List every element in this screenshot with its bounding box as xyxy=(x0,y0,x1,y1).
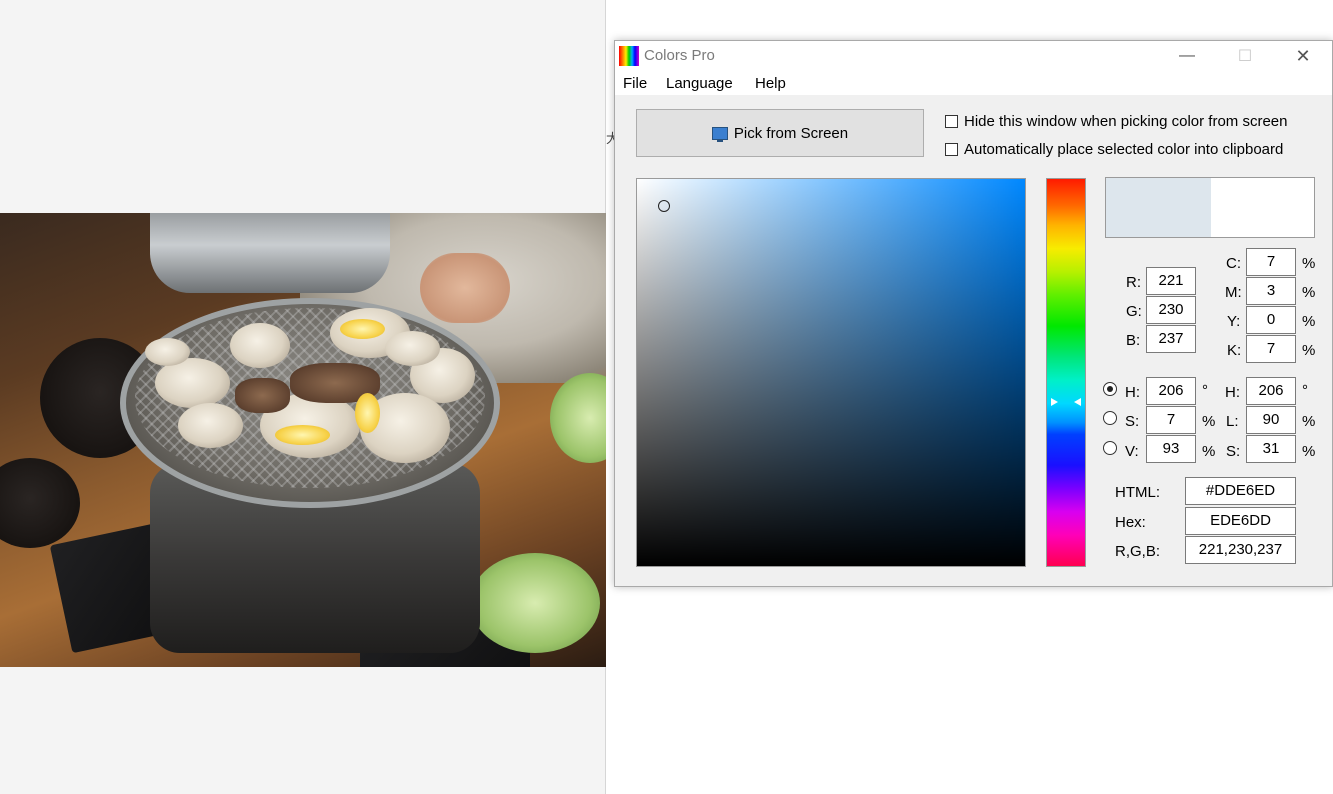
colors-pro-window: Colors Pro — ☐ ✕ File Language Help Pick… xyxy=(614,40,1333,587)
photo-lettuce xyxy=(550,373,606,463)
html-label: HTML: xyxy=(1115,484,1160,501)
rgb-code-field[interactable]: 221,230,237 xyxy=(1185,536,1296,564)
hsl-s-field[interactable]: 31 xyxy=(1246,435,1296,463)
monitor-icon xyxy=(711,126,728,142)
photo-meat xyxy=(235,378,290,413)
hue-slider[interactable] xyxy=(1046,178,1086,567)
menu-help[interactable]: Help xyxy=(755,75,786,92)
hsl-h-label: H: xyxy=(1225,384,1240,401)
menu-file[interactable]: File xyxy=(623,75,647,92)
b-label: B: xyxy=(1126,332,1141,349)
hsv-s-unit: % xyxy=(1202,413,1216,430)
m-unit: % xyxy=(1302,284,1316,301)
hide-window-label: Hide this window when picking color from… xyxy=(964,113,1288,130)
maximize-icon: ☐ xyxy=(1237,48,1253,65)
background-photo-grill xyxy=(0,213,606,667)
minimize-icon: — xyxy=(1179,47,1195,64)
hex-field[interactable]: EDE6DD xyxy=(1185,507,1296,535)
hsl-h-field[interactable]: 206 xyxy=(1246,377,1296,405)
k-label: K: xyxy=(1227,342,1242,359)
photo-lemon xyxy=(355,393,380,433)
c-label: C: xyxy=(1226,255,1241,272)
hide-window-checkbox[interactable] xyxy=(945,115,958,128)
hsl-l-unit: % xyxy=(1302,413,1316,430)
hsv-v-field[interactable]: 93 xyxy=(1146,435,1196,463)
menu-bar: File Language Help xyxy=(615,71,1332,95)
m-field[interactable]: 3 xyxy=(1246,277,1296,305)
auto-clipboard-label: Automatically place selected color into … xyxy=(964,141,1284,158)
photo-lemon xyxy=(340,319,385,339)
photo-mushroom xyxy=(385,331,440,366)
title-bar[interactable]: Colors Pro — ☐ ✕ xyxy=(615,41,1332,71)
hsv-v-label: V: xyxy=(1125,443,1139,460)
photo-bowl xyxy=(0,458,80,548)
close-button[interactable]: ✕ xyxy=(1274,41,1332,71)
hue-marker-right[interactable] xyxy=(1074,398,1081,406)
auto-clipboard-checkbox[interactable] xyxy=(945,143,958,156)
menu-language[interactable]: Language xyxy=(666,75,733,92)
k-unit: % xyxy=(1302,342,1316,359)
photo-grill-lid xyxy=(150,213,390,293)
hue-mode-radio[interactable] xyxy=(1103,382,1117,396)
k-field[interactable]: 7 xyxy=(1246,335,1296,363)
b-field[interactable]: 237 xyxy=(1146,325,1196,353)
y-label: Y: xyxy=(1227,313,1241,330)
r-label: R: xyxy=(1126,274,1141,291)
saturation-value-picker[interactable] xyxy=(636,178,1026,567)
saturation-mode-radio[interactable] xyxy=(1103,411,1117,425)
pick-from-screen-label: Pick from Screen xyxy=(733,124,849,142)
rgb-code-label: R,G,B: xyxy=(1115,543,1161,560)
hex-label: Hex: xyxy=(1115,514,1146,531)
close-icon: ✕ xyxy=(1295,45,1311,66)
y-field[interactable]: 0 xyxy=(1246,306,1296,334)
color-preview xyxy=(1105,177,1315,238)
y-unit: % xyxy=(1302,313,1316,330)
hsl-l-field[interactable]: 90 xyxy=(1246,406,1296,434)
hsv-s-field[interactable]: 7 xyxy=(1146,406,1196,434)
pick-from-screen-button[interactable]: Pick from Screen xyxy=(636,109,924,157)
g-field[interactable]: 230 xyxy=(1146,296,1196,324)
rainbow-app-icon xyxy=(619,46,639,66)
photo-mushroom xyxy=(145,338,190,366)
hsv-h-field[interactable]: 206 xyxy=(1146,377,1196,405)
photo-mushroom xyxy=(178,403,243,448)
picker-cursor[interactable] xyxy=(658,200,670,212)
window-title: Colors Pro xyxy=(644,47,715,64)
hsv-h-label: H: xyxy=(1125,384,1140,401)
c-unit: % xyxy=(1302,255,1316,272)
hsl-l-label: L: xyxy=(1226,413,1239,430)
hsl-s-label: S: xyxy=(1226,443,1241,460)
hsv-v-unit: % xyxy=(1202,443,1216,460)
html-field[interactable]: #DDE6ED xyxy=(1185,477,1296,505)
photo-lemon xyxy=(275,425,330,445)
hsl-h-unit: ° xyxy=(1302,382,1308,399)
g-label: G: xyxy=(1126,303,1142,320)
photo-lettuce xyxy=(470,553,600,653)
value-mode-radio[interactable] xyxy=(1103,441,1117,455)
r-field[interactable]: 221 xyxy=(1146,267,1196,295)
auto-clipboard-option[interactable]: Automatically place selected color into … xyxy=(945,141,1283,158)
selected-color-swatch xyxy=(1106,178,1211,237)
m-label: M: xyxy=(1225,284,1242,301)
hsv-s-label: S: xyxy=(1125,413,1140,430)
hue-marker-left[interactable] xyxy=(1051,398,1058,406)
c-field[interactable]: 7 xyxy=(1246,248,1296,276)
hide-window-option[interactable]: Hide this window when picking color from… xyxy=(945,113,1287,130)
hsv-h-unit: ° xyxy=(1202,382,1208,399)
maximize-button[interactable]: ☐ xyxy=(1216,41,1274,71)
photo-hand xyxy=(420,253,510,323)
hsl-s-unit: % xyxy=(1302,443,1316,460)
photo-oyster xyxy=(230,323,290,368)
minimize-button[interactable]: — xyxy=(1158,41,1216,71)
